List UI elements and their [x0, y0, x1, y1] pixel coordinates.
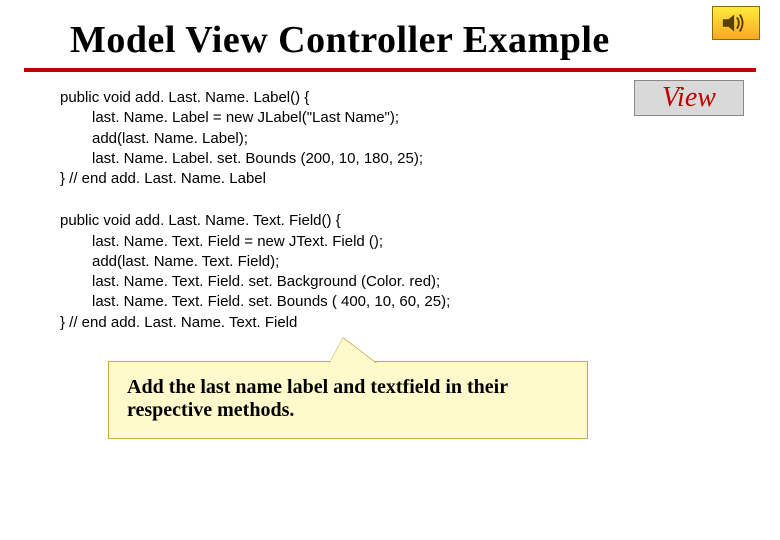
code-block-2: public void add. Last. Name. Text. Field… — [60, 211, 580, 333]
code-block-1: public void add. Last. Name. Label() { l… — [60, 88, 580, 189]
callout-box: Add the last name label and textfield in… — [108, 361, 588, 439]
callout-text: Add the last name label and textfield in… — [127, 376, 508, 421]
code-line: last. Name. Label. set. Bounds (200, 10,… — [60, 149, 580, 169]
callout-tail — [329, 338, 377, 364]
code-line: last. Name. Label = new JLabel("Last Nam… — [60, 108, 580, 128]
sound-icon — [712, 6, 760, 40]
code-line: last. Name. Text. Field. set. Background… — [60, 272, 580, 292]
code-line: } // end add. Last. Name. Label — [60, 169, 580, 189]
content-area: View public void add. Last. Name. Label(… — [0, 72, 780, 439]
code-line: last. Name. Text. Field = new JText. Fie… — [60, 232, 580, 252]
view-badge: View — [634, 80, 744, 116]
code-line: } // end add. Last. Name. Text. Field — [60, 313, 580, 333]
code-line: last. Name. Text. Field. set. Bounds ( 4… — [60, 292, 580, 312]
code-line: public void add. Last. Name. Text. Field… — [60, 211, 580, 231]
code-line: public void add. Last. Name. Label() { — [60, 88, 580, 108]
code-line: add(last. Name. Text. Field); — [60, 252, 580, 272]
slide-title: Model View Controller Example — [0, 0, 780, 68]
code-line: add(last. Name. Label); — [60, 129, 580, 149]
